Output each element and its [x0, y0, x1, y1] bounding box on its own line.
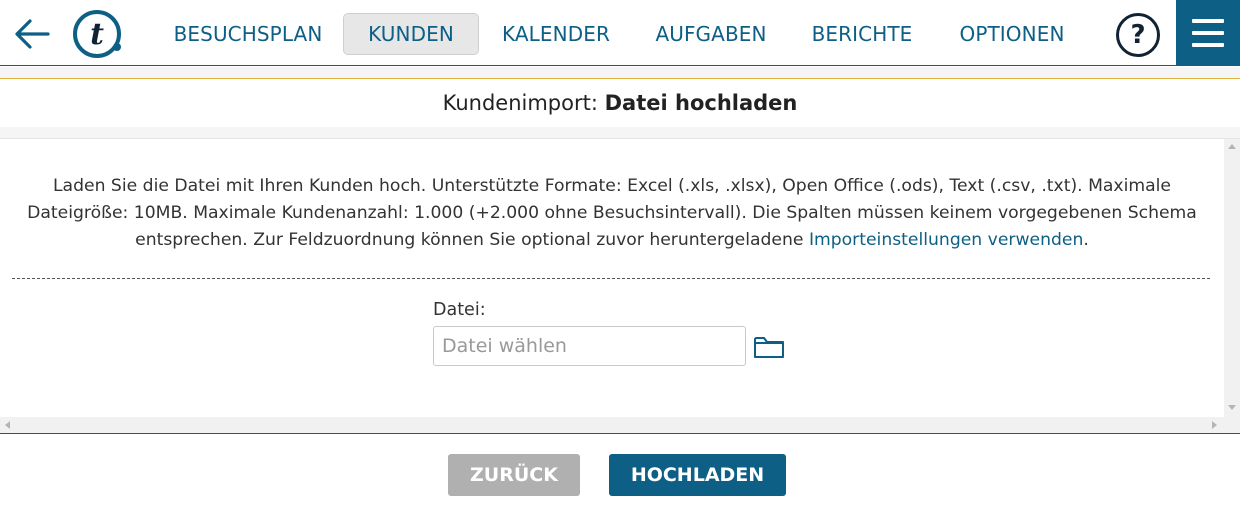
horizontal-scrollbar[interactable] — [0, 417, 1240, 433]
scroll-left-icon[interactable] — [5, 421, 10, 429]
nav-kunden[interactable]: KUNDEN — [343, 13, 479, 55]
nav-optionen[interactable]: OPTIONEN — [950, 13, 1074, 55]
page-title-bold: Datei hochladen — [604, 91, 798, 115]
title-spacer — [0, 127, 1240, 139]
hamburger-menu-icon[interactable] — [1176, 0, 1240, 65]
section-divider — [12, 278, 1210, 279]
page-title-band: Kundenimport: Datei hochladen — [0, 67, 1240, 128]
footer-divider — [0, 433, 1240, 434]
nav-berichte[interactable]: BERICHTE — [806, 13, 918, 55]
svg-text:t: t — [90, 17, 104, 52]
top-navigation-bar: t BESUCHSPLAN KUNDEN KALENDER AUFGABEN B… — [0, 0, 1240, 66]
vertical-scrollbar[interactable] — [1224, 139, 1240, 417]
file-input[interactable] — [433, 326, 746, 366]
scroll-up-icon[interactable] — [1228, 144, 1236, 149]
help-button[interactable]: ? — [1116, 13, 1160, 57]
scroll-right-icon[interactable] — [1212, 421, 1217, 429]
nav-aufgaben[interactable]: AUFGABEN — [646, 13, 776, 55]
scroll-down-icon[interactable] — [1228, 405, 1236, 410]
nav-besuchsplan[interactable]: BESUCHSPLAN — [168, 13, 328, 55]
page-title: Kundenimport: Datei hochladen — [442, 91, 798, 115]
arrow-left-icon[interactable] — [12, 16, 52, 52]
back-button[interactable]: ZURÜCK — [448, 454, 580, 496]
folder-icon[interactable] — [753, 334, 785, 360]
t-logo-icon[interactable]: t — [71, 9, 123, 59]
import-settings-link[interactable]: Importeinstellungen verwenden — [809, 230, 1083, 250]
content-panel: Laden Sie die Datei mit Ihren Kunden hoc… — [0, 139, 1224, 417]
import-description: Laden Sie die Datei mit Ihren Kunden hoc… — [27, 176, 1197, 250]
file-label: Datei: — [433, 300, 486, 320]
upload-button[interactable]: HOCHLADEN — [609, 454, 786, 496]
nav-kalender[interactable]: KALENDER — [495, 13, 617, 55]
nav-divider — [0, 65, 1240, 66]
